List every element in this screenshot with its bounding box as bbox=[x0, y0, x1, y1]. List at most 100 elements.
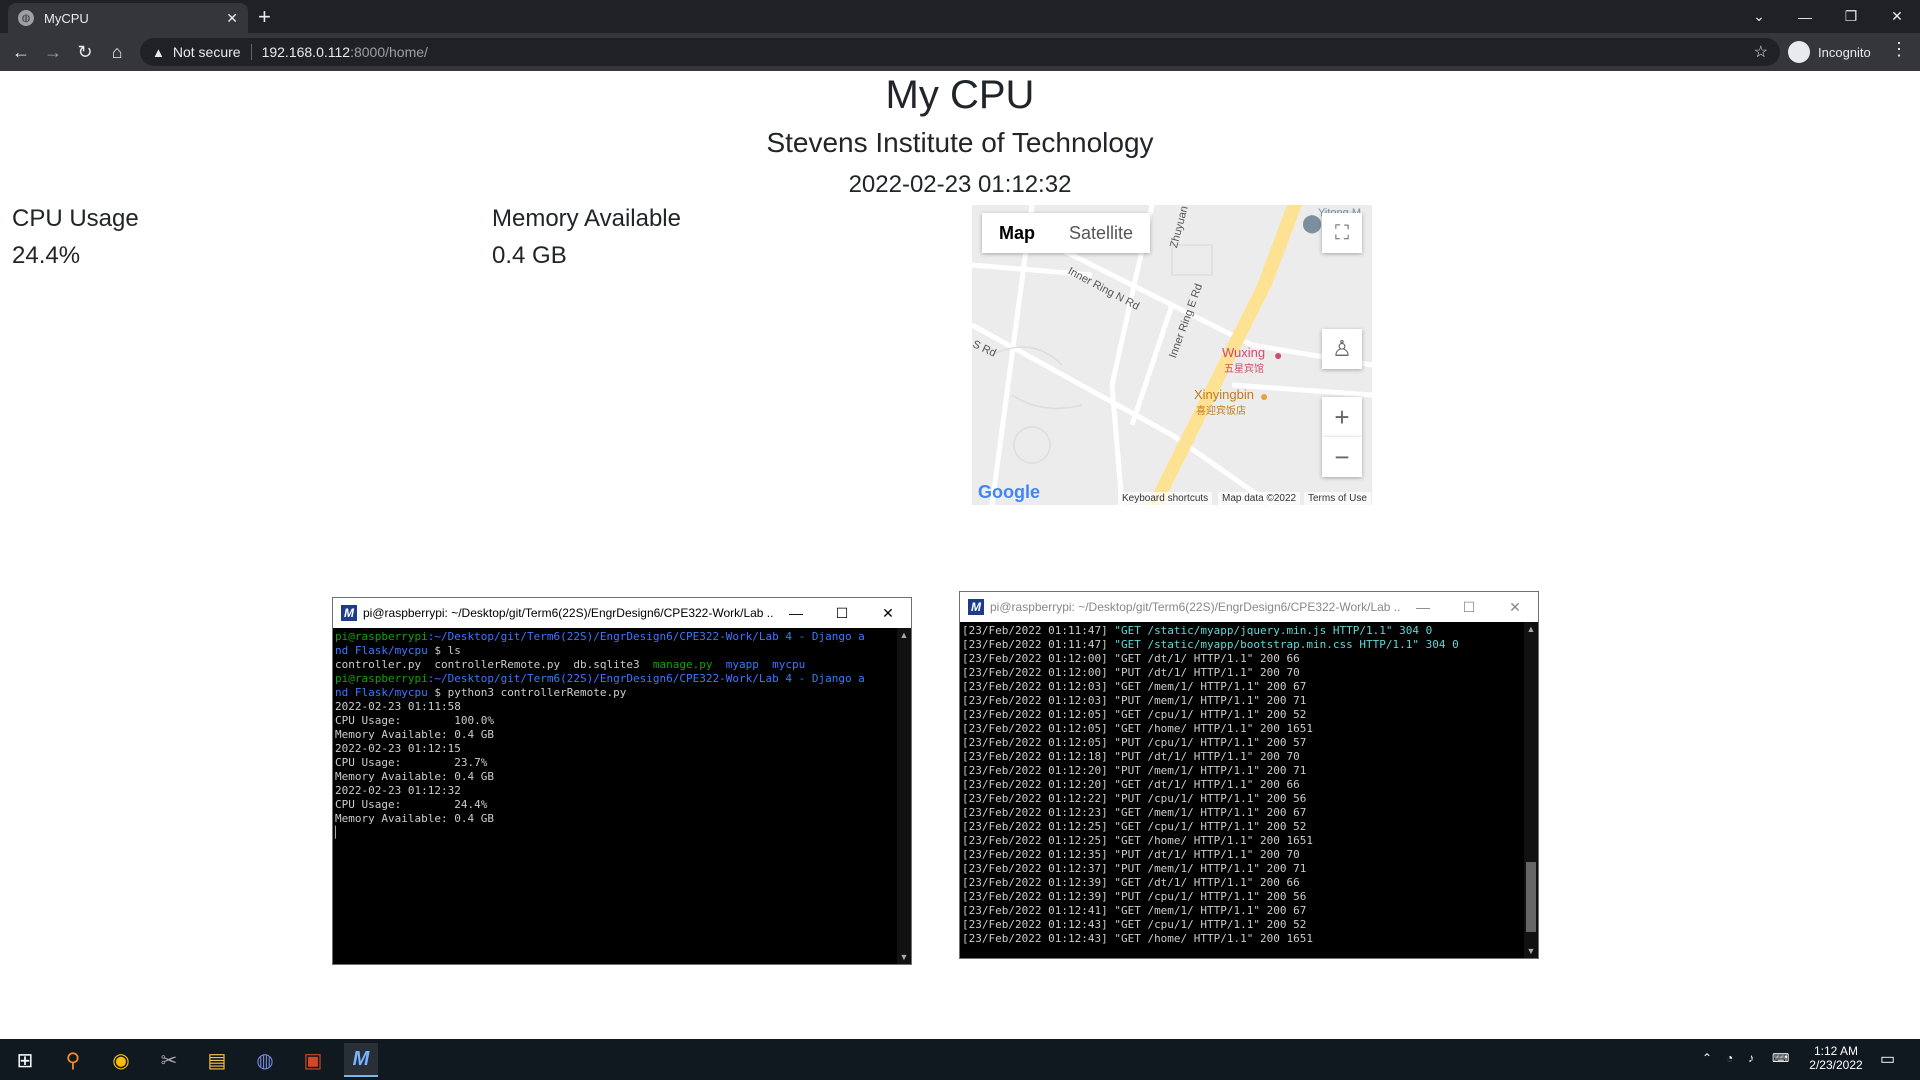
terminal-output[interactable]: [23/Feb/2022 01:11:47] "GET /static/myap… bbox=[960, 622, 1524, 958]
tab-title: MyCPU bbox=[44, 10, 89, 26]
search-icon[interactable]: ⚲ bbox=[56, 1043, 90, 1077]
clock-time: 1:12 AM bbox=[1813, 1044, 1859, 1058]
log-timestamp: [23/Feb/2022 01:12:00] bbox=[962, 666, 1115, 679]
zoom-in-button[interactable]: + bbox=[1322, 397, 1362, 437]
log-request: "GET /home/ HTTP/1.1" 200 1651 bbox=[1114, 722, 1314, 735]
log-timestamp: [23/Feb/2022 01:12:03] bbox=[962, 680, 1115, 693]
back-icon[interactable]: ← bbox=[8, 39, 34, 65]
map-poi-wuxing[interactable]: Wuxing bbox=[1222, 345, 1265, 360]
close-tab-icon[interactable]: ✕ bbox=[226, 10, 238, 27]
google-map[interactable]: Inner Ring N Rd Inner Ring E Rd Zhuyuan … bbox=[972, 205, 1372, 505]
terminal-line: CPU Usage: 24.4% bbox=[335, 798, 895, 812]
mobaxterm-icon[interactable]: M bbox=[344, 1043, 378, 1077]
chrome-icon[interactable]: ◉ bbox=[104, 1043, 138, 1077]
scroll-up-icon[interactable]: ▲ bbox=[897, 630, 911, 640]
discord-icon[interactable]: ◍ bbox=[248, 1043, 282, 1077]
terminal-line: Memory Available: 0.4 GB bbox=[335, 728, 895, 742]
log-timestamp: [23/Feb/2022 01:12:35] bbox=[962, 848, 1115, 861]
terms-link[interactable]: Terms of Use bbox=[1304, 492, 1371, 505]
scroll-up-icon[interactable]: ▲ bbox=[1524, 624, 1538, 634]
zoom-out-button[interactable]: − bbox=[1322, 437, 1362, 477]
page-title: My CPU bbox=[885, 73, 1035, 117]
minimize-button[interactable]: — bbox=[773, 605, 819, 621]
tab-search-icon[interactable]: ⌄ bbox=[1736, 0, 1782, 33]
log-line: [23/Feb/2022 01:11:47] "GET /static/myap… bbox=[962, 624, 1522, 638]
log-line: [23/Feb/2022 01:12:18] "PUT /dt/1/ HTTP/… bbox=[962, 750, 1522, 764]
log-request: "PUT /dt/1/ HTTP/1.1" 200 70 bbox=[1114, 750, 1300, 763]
terminal-output[interactable]: pi@raspberrypi:~/Desktop/git/Term6(22S)/… bbox=[333, 628, 897, 964]
maximize-button[interactable]: ☐ bbox=[819, 605, 865, 622]
address-bar[interactable]: ▲ Not secure 192.168.0.112 :8000/home/ ☆ bbox=[140, 38, 1780, 66]
maximize-button[interactable]: ☐ bbox=[1446, 599, 1492, 616]
incognito-profile[interactable]: Incognito bbox=[1788, 37, 1871, 67]
log-request: "GET /cpu/1/ HTTP/1.1" 200 52 bbox=[1114, 820, 1307, 833]
terminal-line: nd Flask/mycpu $ python3 controllerRemot… bbox=[335, 686, 895, 700]
home-icon[interactable]: ⌂ bbox=[104, 39, 130, 65]
scroll-down-icon[interactable]: ▼ bbox=[1524, 946, 1538, 956]
terminal-cursor: ▏ bbox=[335, 826, 342, 839]
close-button[interactable]: ✕ bbox=[865, 605, 911, 622]
scrollbar[interactable]: ▲ ▼ bbox=[897, 628, 911, 964]
map-pin-icon[interactable]: ⬤ bbox=[1302, 213, 1322, 234]
log-request: "GET /mem/1/ HTTP/1.1" 200 67 bbox=[1114, 680, 1307, 693]
show-hidden-icons[interactable]: ⌃ bbox=[1702, 1051, 1712, 1065]
cpu-usage-label: CPU Usage bbox=[12, 205, 139, 232]
memory-value: 0.4 GB bbox=[492, 242, 567, 269]
terminal-line: controller.py controllerRemote.py db.sql… bbox=[335, 658, 895, 672]
minimize-button[interactable]: — bbox=[1400, 599, 1446, 615]
terminal-window-client[interactable]: M pi@raspberrypi: ~/Desktop/git/Term6(22… bbox=[332, 597, 912, 965]
log-request: "PUT /cpu/1/ HTTP/1.1" 200 57 bbox=[1114, 736, 1307, 749]
volume-icon[interactable]: ♪ bbox=[1748, 1051, 1754, 1065]
log-request: "PUT /mem/1/ HTTP/1.1" 200 71 bbox=[1114, 694, 1307, 707]
log-line: [23/Feb/2022 01:12:35] "PUT /dt/1/ HTTP/… bbox=[962, 848, 1522, 862]
file-explorer-icon[interactable]: ▤ bbox=[200, 1043, 234, 1077]
log-request: "PUT /cpu/1/ HTTP/1.1" 200 56 bbox=[1114, 792, 1307, 805]
shell-prompt: pi@raspberrypi bbox=[335, 630, 428, 643]
close-window-button[interactable]: ✕ bbox=[1874, 0, 1920, 33]
browser-tab[interactable]: ◍ MyCPU ✕ bbox=[8, 3, 248, 33]
keyboard-shortcuts-link[interactable]: Keyboard shortcuts bbox=[1118, 492, 1213, 505]
security-label[interactable]: Not secure bbox=[173, 44, 241, 60]
url-host: 192.168.0.112 bbox=[261, 44, 351, 60]
notifications-icon[interactable]: ▭ bbox=[1880, 1049, 1895, 1069]
snipping-tool-icon[interactable]: ✂ bbox=[152, 1043, 186, 1077]
restore-button[interactable]: ❐ bbox=[1828, 0, 1874, 33]
forward-icon[interactable]: → bbox=[40, 39, 66, 65]
network-icon[interactable]: ◔ bbox=[1726, 1051, 1733, 1065]
log-line: [23/Feb/2022 01:12:23] "GET /mem/1/ HTTP… bbox=[962, 806, 1522, 820]
log-line: [23/Feb/2022 01:12:37] "PUT /mem/1/ HTTP… bbox=[962, 862, 1522, 876]
file-entry: mycpu bbox=[772, 658, 806, 671]
program-output: Memory Available: 0.4 GB bbox=[335, 728, 494, 741]
map-type-map[interactable]: Map bbox=[982, 213, 1052, 253]
map-type-satellite[interactable]: Satellite bbox=[1052, 213, 1150, 253]
map-poi-xinyingbin[interactable]: Xinyingbin bbox=[1194, 387, 1254, 402]
google-logo[interactable]: Google bbox=[978, 482, 1040, 503]
scrollbar-thumb[interactable] bbox=[1526, 862, 1536, 932]
log-line: [23/Feb/2022 01:12:05] "GET /home/ HTTP/… bbox=[962, 722, 1522, 736]
windows-start-icon[interactable]: ⊞ bbox=[8, 1043, 42, 1077]
scrollbar[interactable]: ▲ ▼ bbox=[1524, 622, 1538, 958]
terminal-line: nd Flask/mycpu $ ls bbox=[335, 644, 895, 658]
terminal-titlebar[interactable]: M pi@raspberrypi: ~/Desktop/git/Term6(22… bbox=[960, 592, 1538, 622]
clock[interactable]: 1:12 AM 2/23/2022 bbox=[1806, 1044, 1866, 1072]
map-poi-wuxing-cn: 五星宾馆 bbox=[1224, 364, 1264, 375]
reload-icon[interactable]: ↻ bbox=[72, 39, 98, 65]
log-request: "GET /cpu/1/ HTTP/1.1" 200 52 bbox=[1114, 708, 1307, 721]
new-tab-button[interactable]: + bbox=[258, 4, 271, 30]
bookmark-star-icon[interactable]: ☆ bbox=[1754, 42, 1768, 62]
file-entry: controllerRemote.py bbox=[434, 658, 574, 671]
keyboard-icon[interactable]: ⌨ bbox=[1772, 1051, 1789, 1065]
minimize-button[interactable]: — bbox=[1782, 0, 1828, 33]
fullscreen-icon[interactable]: ⛶ bbox=[1322, 213, 1362, 253]
log-timestamp: [23/Feb/2022 01:12:18] bbox=[962, 750, 1115, 763]
program-output: 2022-02-23 01:12:32 bbox=[335, 784, 461, 797]
terminal-titlebar[interactable]: M pi@raspberrypi: ~/Desktop/git/Term6(22… bbox=[333, 598, 911, 628]
log-request: "PUT /mem/1/ HTTP/1.1" 200 71 bbox=[1114, 862, 1307, 875]
menu-icon[interactable]: ⋮ bbox=[1890, 39, 1908, 60]
terminal-window-server[interactable]: M pi@raspberrypi: ~/Desktop/git/Term6(22… bbox=[959, 591, 1539, 959]
scroll-down-icon[interactable]: ▼ bbox=[897, 952, 911, 962]
close-button[interactable]: ✕ bbox=[1492, 599, 1538, 616]
powerpoint-icon[interactable]: ▣ bbox=[296, 1043, 330, 1077]
globe-icon: ◍ bbox=[18, 10, 34, 26]
pegman-icon[interactable]: ♙ bbox=[1322, 329, 1362, 369]
